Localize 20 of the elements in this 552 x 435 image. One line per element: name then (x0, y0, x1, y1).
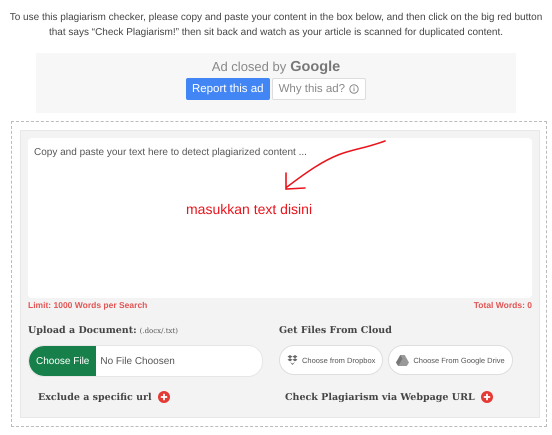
info-icon (349, 84, 360, 94)
annotation-text: masukkan text disini (186, 201, 312, 217)
plus-icon[interactable] (480, 391, 493, 403)
ad-status-text: Ad closed by (212, 59, 286, 74)
file-upload-field[interactable]: Choose File No File Choosen (28, 345, 263, 377)
ad-brand-text: Google (290, 59, 340, 75)
word-count-text: Total Words: 0 (474, 300, 532, 310)
instructions-text: To use this plagiarism checker, please copy and paste your content in the box below, and then click on the big red button that says “Check Plagiarism!” then sit back and watch as your article is scanned for duplicated content. (8, 11, 544, 40)
word-limit-text: Limit: 1000 Words per Search (28, 300, 148, 310)
option-label[interactable]: Exclude a specific url (38, 392, 152, 402)
file-name-text: No File Choosen (100, 356, 175, 366)
option-label[interactable]: Check Plagiarism via Webpage URL (285, 392, 475, 402)
why-ad-button[interactable]: Why this ad? (272, 78, 366, 100)
upload-label: Upload a Document: (28, 325, 137, 336)
cloud-label: Get Files From Cloud (279, 325, 392, 336)
choose-file-button[interactable]: Choose File (29, 346, 96, 376)
report-ad-button[interactable]: Report this ad (186, 78, 270, 100)
boxes-icon (287, 355, 298, 365)
triangle-icon (396, 354, 410, 366)
plus-icon[interactable] (158, 391, 170, 403)
